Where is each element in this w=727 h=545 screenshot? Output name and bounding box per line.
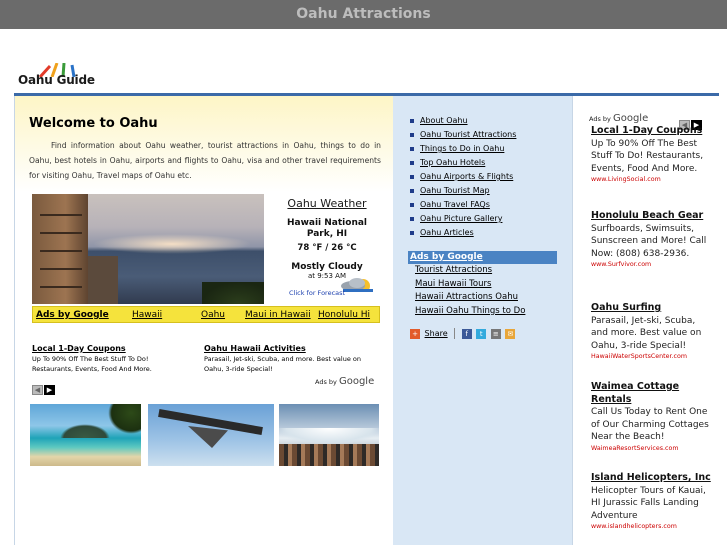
right-ad-5-url[interactable]: www.islandhelicopters.com [591, 522, 711, 532]
sidebar-item-gallery[interactable]: Oahu Picture Gallery [410, 212, 516, 226]
sidebar-ad-link-2[interactable]: Maui Hawaii Tours [408, 278, 557, 292]
welcome-section: Welcome to Oahu Find information about O… [15, 96, 394, 192]
weather-location: Hawaii National Park, HI [286, 218, 368, 239]
beach-thumbnail[interactable] [30, 404, 141, 466]
sidebar-ad-link-3[interactable]: Hawaii Attractions Oahu [408, 291, 557, 305]
sidebar: About Oahu Oahu Tourist Attractions Thin… [393, 96, 572, 545]
window-title: Oahu Attractions [0, 0, 727, 29]
sidebar-item-about[interactable]: About Oahu [410, 114, 516, 128]
right-ad-5-desc: Helicopter Tours of Kauai, HI Jurassic F… [591, 485, 706, 521]
main-ad-2: Oahu Hawaii Activities Parasail, Jet-ski… [204, 344, 374, 374]
adbar-link-oahu[interactable]: Oahu [201, 310, 225, 320]
share-icon[interactable]: + [410, 328, 420, 339]
sidebar-ad-link-4[interactable]: Hawaii Oahu Things to Do [408, 305, 557, 319]
adbar-link-maui[interactable]: Maui in Hawaii [245, 310, 311, 320]
main-ads-nav: ◀ ▶ [32, 377, 56, 396]
sidebar-ad-links: Ads by Google Tourist Attractions Maui H… [408, 251, 557, 318]
twitter-icon[interactable]: t [476, 328, 487, 339]
main-ad-2-title[interactable]: Oahu Hawaii Activities [204, 344, 374, 354]
right-ad-1: Local 1-Day Coupons Up To 90% Off The Be… [591, 125, 711, 185]
prev-ad-button[interactable]: ◀ [32, 385, 43, 395]
welcome-text: Find information about Oahu weather, tou… [29, 141, 381, 180]
page-edge [719, 96, 727, 545]
right-ad-1-url[interactable]: www.LivingSocial.com [591, 175, 711, 185]
site-header: Oahu Guide [0, 29, 727, 95]
forecast-link[interactable]: Click for Forecast [289, 289, 345, 297]
right-ad-1-title[interactable]: Local 1-Day Coupons [591, 125, 711, 138]
main-ad-1-desc: Up To 90% Off The Best Stuff To Do! Rest… [32, 355, 152, 373]
right-ad-3: Oahu Surfing Parasail, Jet-ski, Scuba, a… [591, 302, 711, 362]
welcome-heading: Welcome to Oahu [29, 116, 158, 131]
sidebar-item-airports[interactable]: Oahu Airports & Flights [410, 170, 516, 184]
main-content: Welcome to Oahu Find information about O… [14, 96, 394, 545]
oahu-sunset-photo [32, 194, 264, 304]
sidebar-item-things-to-do[interactable]: Things to Do in Oahu [410, 142, 516, 156]
share-bar: + Share f t ≡ ✉ [410, 328, 517, 339]
logo-text: Oahu Guide [18, 73, 95, 87]
right-ad-4: Waimea Cottage Rentals Call Us Today to … [591, 381, 711, 454]
ads-by-prefix: Ads by [315, 378, 337, 386]
right-ad-3-desc: Parasail, Jet-ski, Scuba, and more. Best… [591, 315, 702, 351]
ads-by-google-badge[interactable]: Ads by Google [315, 376, 374, 387]
weather-temperature: 78 °F / 26 °C [297, 243, 357, 253]
sidebar-item-map[interactable]: Oahu Tourist Map [410, 184, 516, 198]
google-wordmark-right: Google [612, 113, 649, 124]
right-ad-3-title[interactable]: Oahu Surfing [591, 302, 711, 315]
right-ad-4-desc: Call Us Today to Rent One of Our Charmin… [591, 407, 709, 442]
adbar-link-honolulu[interactable]: Honolulu Hi [318, 310, 370, 320]
site-logo[interactable]: Oahu Guide [18, 63, 100, 91]
sidebar-item-articles[interactable]: Oahu Articles [410, 226, 516, 240]
ad-link-bar: Ads by Google Hawaii Oahu Maui in Hawaii… [32, 306, 380, 323]
right-ad-5: Island Helicopters, Inc Helicopter Tours… [591, 472, 711, 532]
ads-by-google-label[interactable]: Ads by Google [36, 310, 109, 320]
share-separator [454, 328, 456, 339]
weather-condition: Mostly Cloudy [291, 262, 363, 272]
right-ad-4-url[interactable]: WaimeaResortServices.com [591, 444, 711, 454]
surf-crowd-thumbnail[interactable] [279, 404, 379, 466]
sidebar-item-hotels[interactable]: Top Oahu Hotels [410, 156, 516, 170]
sidebar-item-attractions[interactable]: Oahu Tourist Attractions [410, 128, 516, 142]
right-ad-column: Ads by Google ◀ ▶ Local 1-Day Coupons Up … [572, 96, 719, 545]
email-icon[interactable]: ✉ [505, 328, 516, 339]
next-ad-button[interactable]: ▶ [44, 385, 55, 395]
print-icon[interactable]: ≡ [490, 328, 501, 339]
ads-by-google-badge-right[interactable]: Ads by Google [589, 113, 648, 124]
sidebar-nav: About Oahu Oahu Tourist Attractions Thin… [410, 114, 516, 240]
main-ad-2-desc: Parasail, Jet-ski, Scuba, and more. Best… [204, 355, 361, 373]
sidebar-item-faqs[interactable]: Oahu Travel FAQs [410, 198, 516, 212]
hang-glider-thumbnail[interactable] [148, 404, 274, 466]
right-ad-2-title[interactable]: Honolulu Beach Gear [591, 210, 711, 223]
weather-widget: Oahu Weather Hawaii National Park, HI 78… [277, 194, 377, 304]
weather-title-link[interactable]: Oahu Weather [277, 197, 377, 210]
right-ad-2: Honolulu Beach Gear Surfboards, Swimsuit… [591, 210, 711, 270]
sidebar-ad-link-1[interactable]: Tourist Attractions [408, 264, 557, 278]
main-ad-1: Local 1-Day Coupons Up To 90% Off The Be… [32, 344, 182, 374]
adbar-link-hawaii[interactable]: Hawaii [132, 310, 162, 320]
ads-by-prefix-right: Ads by [589, 115, 611, 123]
google-wordmark: Google [338, 376, 375, 387]
share-link[interactable]: Share [425, 329, 448, 338]
right-ad-5-title[interactable]: Island Helicopters, Inc [591, 472, 711, 485]
main-ad-1-title[interactable]: Local 1-Day Coupons [32, 344, 182, 354]
sidebar-ads-heading[interactable]: Ads by Google [408, 251, 557, 264]
right-ad-1-desc: Up To 90% Off The Best Stuff To Do! Rest… [591, 138, 704, 174]
right-ad-2-url[interactable]: www.Surfvivor.com [591, 260, 711, 270]
main-text-ads: Local 1-Day Coupons Up To 90% Off The Be… [32, 344, 382, 395]
right-ad-3-url[interactable]: HawaiiWaterSportsCenter.com [591, 352, 711, 362]
right-ad-4-title[interactable]: Waimea Cottage Rentals [591, 381, 711, 406]
right-ad-2-desc: Surfboards, Swimsuits, Sunscreen and Mor… [591, 223, 707, 259]
facebook-icon[interactable]: f [461, 328, 472, 339]
